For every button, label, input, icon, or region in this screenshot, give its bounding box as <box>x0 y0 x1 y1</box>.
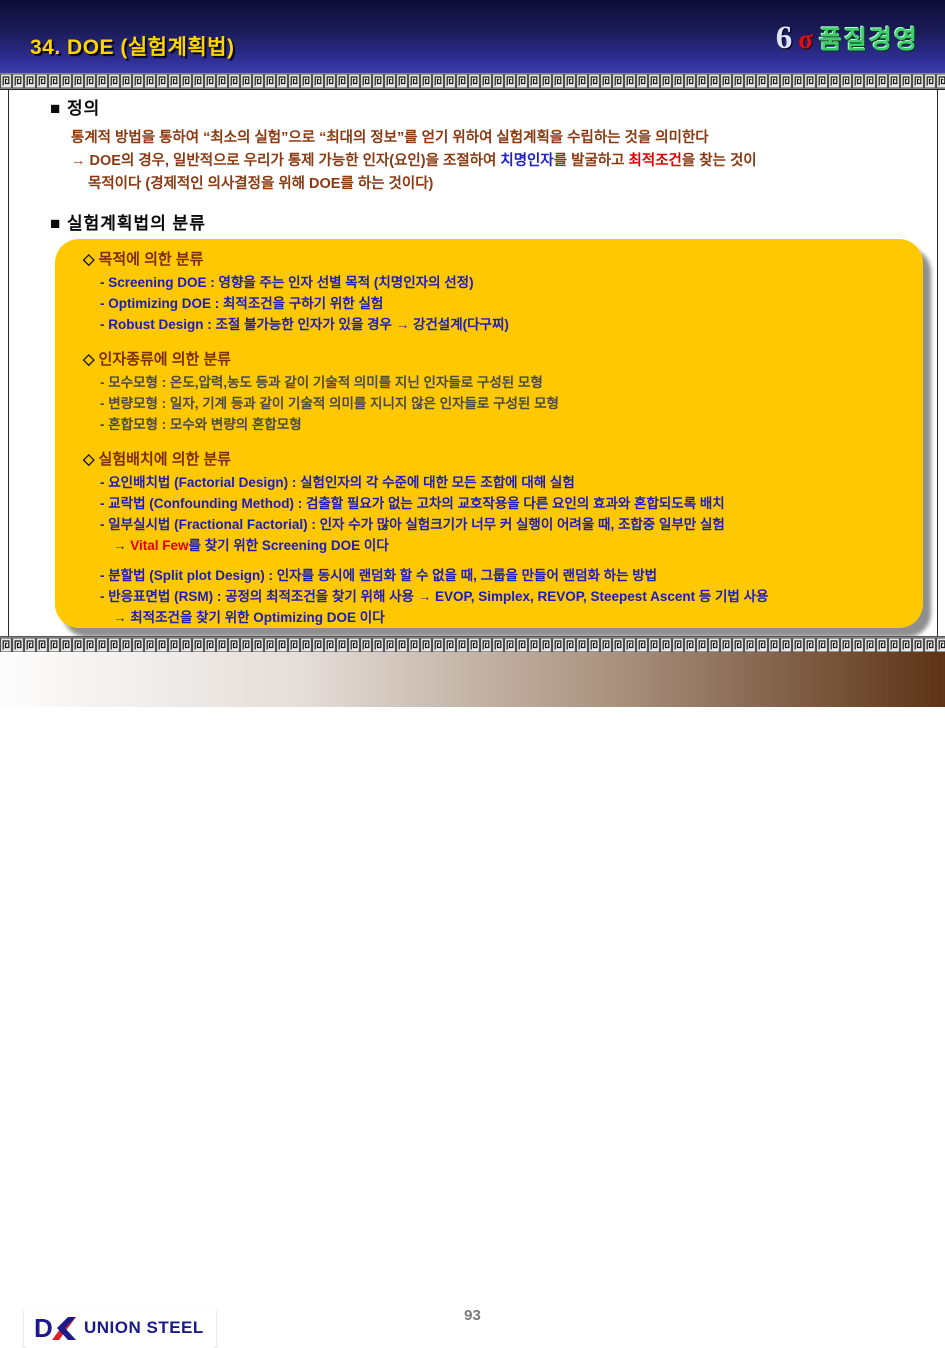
definition-line2-post: 을 찾는 것이 <box>681 153 757 169</box>
subsection-heading: ◇ 인자종류에 의한 분류 <box>83 352 913 368</box>
diamond-icon: ◇ <box>83 251 95 268</box>
definition-text: 통계적 방법을 통하여 “최소의 실험”으로 “최대의 정보”를 얻기 위하여 … <box>71 127 757 196</box>
greek-key-border-top <box>0 73 945 90</box>
vital-few-rest: 를 찾기 위한 Screening DOE 이다 <box>188 538 389 553</box>
quality-management-label: 품질경영 <box>818 26 919 54</box>
list-item: - 모수모형 : 온도,압력,농도 등과 같이 기술적 의미를 지닌 인자들로 … <box>100 375 543 390</box>
classification-panel: ◇ 목적에 의한 분류 - Screening DOE : 영향을 주는 인자 선… <box>55 239 923 628</box>
diamond-icon: ◇ <box>83 351 95 368</box>
subsection-heading: ◇ 목적에 의한 분류 <box>83 252 913 268</box>
definition-line-2: → DOE의 경우, 일반적으로 우리가 통제 가능한 인자(요인)을 조절하여… <box>71 150 757 173</box>
subsection-heading: ◇ 실험배치에 의한 분류 <box>83 452 913 468</box>
purpose-classification-section: ◇ 목적에 의한 분류 - Screening DOE : 영향을 주는 인자 선… <box>83 252 913 335</box>
definition-line2-pre: → DOE의 경우, 일반적으로 우리가 통제 가능한 인자(요인)을 조절하여 <box>71 153 501 169</box>
sigma-icon: σ <box>798 24 813 54</box>
six-sigma-logo: 6 σ 품질경영 <box>776 20 919 57</box>
six-sigma-number: 6 <box>775 20 793 56</box>
subsection-title: 목적에 의한 분류 <box>98 251 204 268</box>
slide-footer: D UNION STEEL 93 <box>0 652 945 1348</box>
optimizing-doe-rest: 최적조건을 찾기 위한 Optimizing DOE 이다 <box>130 610 385 625</box>
layout-classification-section: ◇ 실험배치에 의한 분류 - 요인배치법 (Factorial Design) … <box>83 452 913 628</box>
frame-line-right <box>937 90 938 636</box>
critical-factor-highlight: 치명인자 <box>500 153 554 169</box>
list-item: - 요인배치법 (Factorial Design) : 실험인자의 각 수준에… <box>100 475 575 490</box>
definition-line-3: 목적이다 (경제적인 의사결정을 위해 DOE를 하는 것이다) <box>88 176 434 192</box>
slide-header: 34. DOE (실험계획법) 6 σ 품질경영 <box>0 0 945 73</box>
factor-type-classification-section: ◇ 인자종류에 의한 분류 - 모수모형 : 온도,압력,농도 등과 같이 기술적… <box>83 352 913 435</box>
list-item: - 분할법 (Split plot Design) : 인자를 동시에 랜덤화 … <box>100 568 658 583</box>
classification-section-heading: ■ 실험계획법의 분류 <box>50 214 206 233</box>
list-item: - 교락법 (Confounding Method) : 검출할 필요가 없는 … <box>100 496 725 511</box>
list-item: - 일부실시법 (Fractional Factorial) : 인자 수가 많… <box>100 517 725 532</box>
definition-section-heading: ■ 정의 <box>50 99 101 118</box>
arrow-glyph: → <box>113 538 131 553</box>
definition-line-1: 통계적 방법을 통하여 “최소의 실험”으로 “최대의 정보”를 얻기 위하여 … <box>71 130 709 146</box>
list-item: - 혼합모형 : 모수와 변량의 혼합모형 <box>100 417 302 432</box>
list-item: → Vital Few를 찾기 위한 Screening DOE 이다 <box>113 535 913 556</box>
list-item: → 최적조건을 찾기 위한 Optimizing DOE 이다 <box>113 607 913 628</box>
vital-few-highlight: Vital Few <box>130 538 189 553</box>
page-title: 34. DOE (실험계획법) <box>30 36 235 59</box>
frame-line-left <box>8 90 9 636</box>
list-item: - 변량모형 : 일자, 기계 등과 같이 기술적 의미를 지니지 않은 인자들… <box>100 396 559 411</box>
subsection-title: 인자종류에 의한 분류 <box>98 351 232 368</box>
diamond-icon: ◇ <box>83 451 95 468</box>
list-item: - Screening DOE : 영향을 주는 인자 선별 목적 (치명인자의… <box>100 275 474 290</box>
definition-line2-mid: 를 발굴하고 <box>553 153 629 169</box>
optimal-condition-highlight: 최적조건 <box>628 153 682 169</box>
list-item: - Optimizing DOE : 최적조건을 구하기 위한 실험 <box>100 296 384 311</box>
page-number: 93 <box>464 1307 481 1324</box>
list-item: - 반응표면법 (RSM) : 공정의 최적조건을 찾기 위해 사용 → EVO… <box>100 589 769 604</box>
subsection-title: 실험배치에 의한 분류 <box>98 451 232 468</box>
list-item: - Robust Design : 조절 불가능한 인자가 있을 경우 → 강건… <box>100 317 509 332</box>
arrow-glyph: → <box>113 610 131 625</box>
